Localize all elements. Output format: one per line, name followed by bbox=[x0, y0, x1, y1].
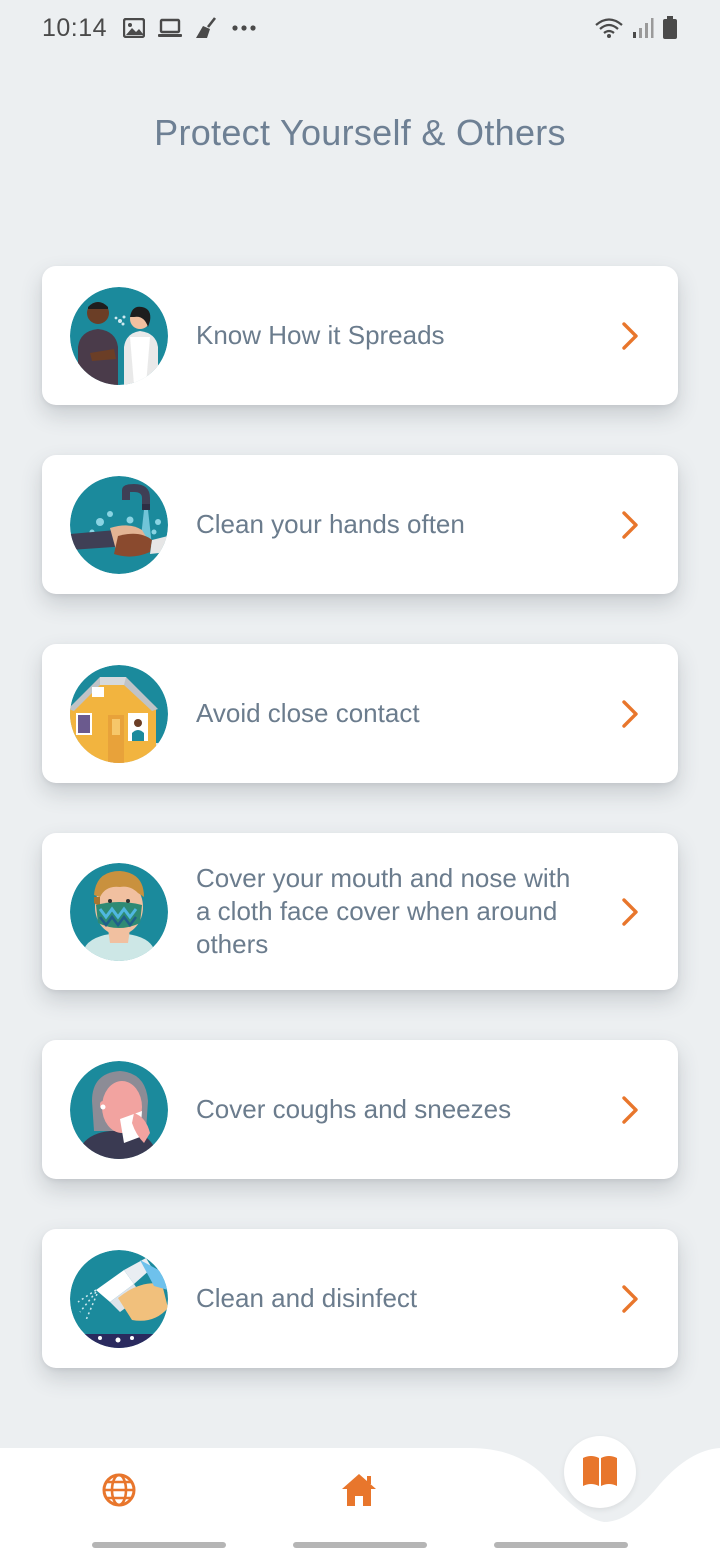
wifi-icon bbox=[595, 18, 623, 38]
house-icon bbox=[70, 664, 168, 763]
card-clean-and-disinfect[interactable]: Clean and disinfect bbox=[42, 1229, 678, 1368]
globe-icon[interactable] bbox=[101, 1472, 137, 1508]
gesture-bar-center[interactable] bbox=[293, 1542, 427, 1548]
gesture-bar-right[interactable] bbox=[494, 1542, 628, 1548]
chevron-right-icon bbox=[622, 510, 638, 539]
card-cover-coughs-and-sneezes[interactable]: Cover coughs and sneezes bbox=[42, 1040, 678, 1179]
chevron-right-icon bbox=[622, 321, 638, 350]
laptop-icon bbox=[158, 18, 183, 37]
face-mask-icon bbox=[70, 862, 168, 961]
card-cover-mouth-and-nose[interactable]: Cover your mouth and nose with a cloth f… bbox=[42, 833, 678, 990]
handwashing-icon bbox=[70, 475, 168, 574]
card-label: Know How it Spreads bbox=[196, 320, 445, 350]
people-talking-icon bbox=[70, 286, 168, 385]
card-avoid-close-contact[interactable]: Avoid close contact bbox=[42, 644, 678, 783]
more-dots-icon bbox=[232, 25, 256, 31]
home-icon[interactable] bbox=[341, 1472, 377, 1508]
chevron-right-icon bbox=[622, 699, 638, 728]
card-label: Cover your mouth and nose with a cloth f… bbox=[196, 863, 571, 959]
signal-icon bbox=[633, 18, 654, 38]
card-label: Clean and disinfect bbox=[196, 1283, 418, 1313]
card-label: Avoid close contact bbox=[196, 698, 420, 728]
status-icons-right bbox=[594, 16, 678, 40]
card-label: Cover coughs and sneezes bbox=[196, 1094, 512, 1124]
card-clean-your-hands[interactable]: Clean your hands often bbox=[42, 455, 678, 594]
book-nav-button[interactable] bbox=[564, 1436, 636, 1508]
status-time: 10:14 bbox=[42, 13, 108, 42]
book-icon bbox=[583, 1456, 617, 1486]
chevron-right-icon bbox=[622, 897, 638, 926]
tissue-sneeze-icon bbox=[70, 1060, 168, 1159]
card-label: Clean your hands often bbox=[196, 509, 465, 539]
gesture-bar-left[interactable] bbox=[92, 1542, 226, 1548]
battery-icon bbox=[663, 16, 677, 39]
spray-disinfect-icon bbox=[70, 1249, 168, 1348]
image-icon bbox=[123, 18, 146, 38]
page-title: Protect Yourself & Others bbox=[154, 112, 566, 153]
broom-icon bbox=[196, 17, 217, 38]
status-bar: 10:14 bbox=[0, 0, 720, 56]
status-icons-left bbox=[123, 17, 257, 39]
chevron-right-icon bbox=[622, 1284, 638, 1313]
chevron-right-icon bbox=[622, 1095, 638, 1124]
card-know-how-it-spreads[interactable]: Know How it Spreads bbox=[42, 266, 678, 405]
